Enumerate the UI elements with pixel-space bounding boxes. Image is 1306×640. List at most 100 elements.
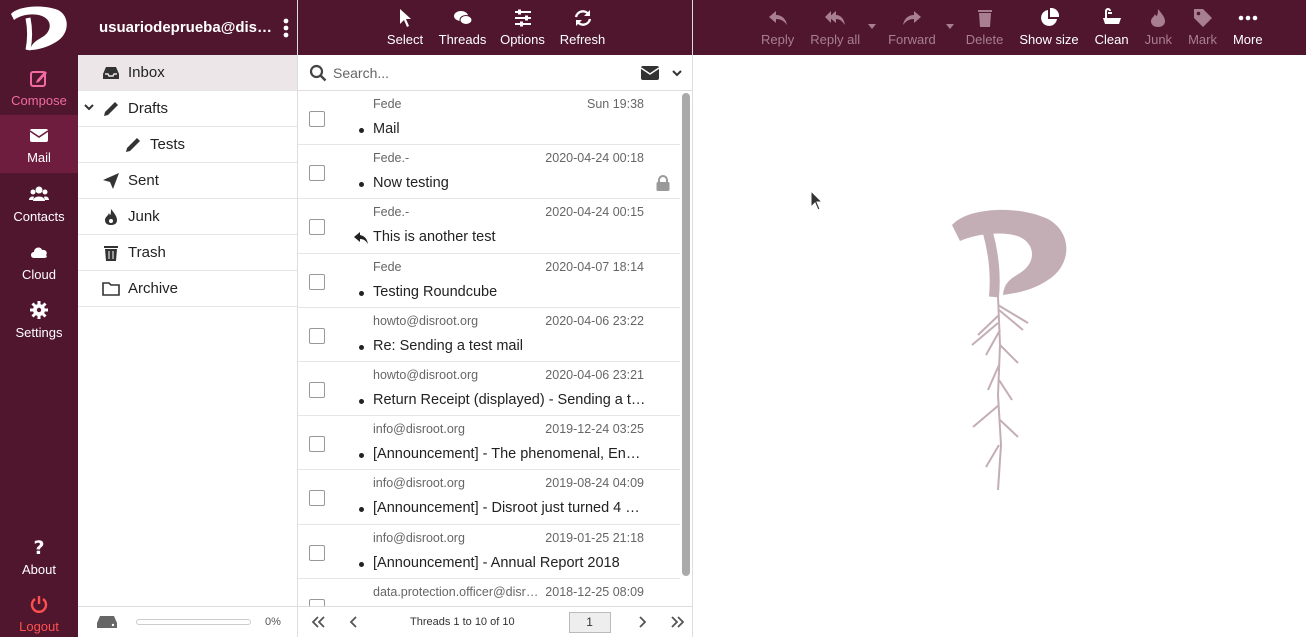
settings-button[interactable]: Settings	[0, 290, 78, 346]
contacts-button[interactable]: Contacts	[0, 174, 78, 230]
cloud-button[interactable]: Cloud	[0, 232, 78, 288]
message-subject: [Announcement] - Disroot just turned 4 y…	[373, 500, 647, 517]
message-row[interactable]: Fede.- 2020-04-24 00:15 This is another …	[298, 199, 680, 254]
quota-progress	[136, 619, 251, 625]
message-row[interactable]: data.protection.officer@disroot.org 2018…	[298, 579, 680, 606]
message-sender: info@disroot.org	[373, 530, 465, 545]
more-button[interactable]: More	[1225, 0, 1271, 55]
message-checkbox[interactable]	[309, 544, 325, 561]
message-sender: Fede.-	[373, 205, 410, 220]
clean-label: Clean	[1094, 32, 1129, 47]
chevron-down-icon[interactable]	[672, 68, 682, 78]
message-row[interactable]: howto@disroot.org 2020-04-06 23:21 Retur…	[298, 362, 680, 417]
search-input[interactable]	[333, 64, 623, 81]
message-row[interactable]: Fede.- 2020-04-24 00:18 Now testing	[298, 145, 680, 200]
caret-down-icon[interactable]	[868, 24, 877, 30]
folder-label: Archive	[128, 280, 179, 297]
unread-dot-icon[interactable]	[359, 290, 364, 296]
folder-label: Tests	[150, 136, 186, 153]
options-button[interactable]: Options	[493, 0, 553, 55]
message-sender: Fede.-	[373, 151, 410, 166]
folder-tests[interactable]: Tests	[78, 127, 297, 163]
unread-dot-icon[interactable]	[359, 453, 364, 459]
message-checkbox[interactable]	[309, 273, 325, 290]
message-checkbox[interactable]	[309, 165, 325, 182]
message-row[interactable]: howto@disroot.org 2020-04-06 23:22 Re: S…	[298, 308, 680, 362]
kebab-menu-icon[interactable]	[283, 18, 289, 38]
message-checkbox[interactable]	[309, 111, 325, 127]
unread-dot-icon[interactable]	[359, 182, 364, 188]
threads-button[interactable]: Threads	[433, 0, 493, 55]
pencil-icon	[104, 101, 118, 116]
first-page-icon[interactable]	[310, 615, 326, 629]
show-size-button[interactable]: Show size	[1011, 0, 1086, 55]
forward-button[interactable]: Forward	[880, 0, 958, 55]
folder-inbox[interactable]: Inbox	[78, 55, 297, 91]
folder-sent[interactable]: Sent	[78, 163, 297, 199]
message-row[interactable]: info@disroot.org 2019-01-25 21:18 [Annou…	[298, 525, 680, 579]
message-date: 2018-12-25 08:09	[545, 584, 644, 599]
unread-dot-icon[interactable]	[359, 507, 364, 513]
search-bar	[298, 55, 692, 91]
compose-button[interactable]: Compose	[0, 58, 78, 114]
folder-trash[interactable]: Trash	[78, 235, 297, 271]
disroot-logo[interactable]	[8, 4, 70, 52]
about-button[interactable]: ? About	[0, 527, 78, 583]
scrollbar[interactable]	[682, 93, 690, 576]
next-page-icon[interactable]	[634, 615, 650, 629]
threads-label: Threads	[438, 32, 487, 47]
app-navigation: Compose Mail Contacts Cloud Settings ? A…	[0, 0, 78, 637]
search-icon[interactable]	[309, 64, 327, 82]
thread-count: Threads 1 to 10 of 10	[410, 616, 515, 628]
folder-archive[interactable]: Archive	[78, 271, 297, 307]
message-checkbox[interactable]	[309, 327, 325, 344]
envelope-icon[interactable]	[641, 66, 659, 80]
message-row[interactable]: Fede Sun 19:38 Mail	[298, 91, 680, 146]
logout-button[interactable]: Logout	[0, 584, 78, 640]
replied-icon	[354, 232, 368, 245]
caret-down-icon[interactable]	[945, 24, 954, 30]
message-row[interactable]: Fede 2020-04-07 18:14 Testing Roundcube	[298, 254, 680, 308]
unread-dot-icon[interactable]	[359, 128, 364, 133]
refresh-icon	[574, 10, 591, 26]
account-header: usuariodeprueba@disroot.org	[78, 0, 297, 55]
sliders-icon	[514, 9, 531, 27]
message-subject: [Announcement] - The phenomenal, End of …	[373, 446, 647, 463]
pencil-icon	[126, 137, 140, 152]
message-checkbox[interactable]	[309, 436, 325, 453]
last-page-icon[interactable]	[670, 615, 686, 629]
junk-button[interactable]: Junk	[1137, 0, 1180, 55]
message-date: 2019-08-24 04:09	[545, 476, 644, 491]
clean-button[interactable]: Clean	[1087, 0, 1137, 55]
refresh-button[interactable]: Refresh	[553, 0, 613, 55]
folder-drafts[interactable]: Drafts	[78, 91, 297, 127]
message-checkbox[interactable]	[309, 219, 325, 236]
mark-button[interactable]: Mark	[1180, 0, 1225, 55]
mail-button[interactable]: Mail	[0, 115, 78, 173]
previous-page-icon[interactable]	[346, 615, 362, 629]
reply-all-button[interactable]: Reply all	[802, 0, 880, 55]
message-checkbox[interactable]	[309, 381, 325, 398]
select-button[interactable]: Select	[378, 0, 433, 55]
message-checkbox[interactable]	[309, 490, 325, 507]
unread-dot-icon[interactable]	[359, 561, 364, 567]
unread-dot-icon[interactable]	[359, 398, 364, 404]
message-checkbox[interactable]	[309, 598, 325, 606]
message-subject: Now testing	[373, 175, 449, 192]
fire-icon	[1151, 9, 1166, 27]
reply-button[interactable]: Reply	[753, 0, 802, 55]
tag-icon	[1193, 9, 1212, 27]
message-sender: info@disroot.org	[373, 422, 465, 437]
folder-junk[interactable]: Junk	[78, 199, 297, 235]
message-content-panel: Reply Reply all Forward Delete Show size…	[693, 0, 1306, 637]
page-number-input[interactable]: 1	[568, 611, 611, 633]
users-icon	[29, 186, 49, 201]
cursor-icon	[400, 9, 411, 27]
chevron-down-icon[interactable]	[84, 102, 94, 112]
pagination: Threads 1 to 10 of 10 1	[298, 606, 693, 637]
delete-button[interactable]: Delete	[958, 0, 1012, 55]
message-row[interactable]: info@disroot.org 2019-08-24 04:09 [Annou…	[298, 470, 680, 525]
unread-dot-icon[interactable]	[359, 344, 364, 350]
message-row[interactable]: info@disroot.org 2019-12-24 03:25 [Annou…	[298, 416, 680, 471]
message-list-panel: Select Threads Options Refresh Fede Sun …	[298, 0, 693, 637]
